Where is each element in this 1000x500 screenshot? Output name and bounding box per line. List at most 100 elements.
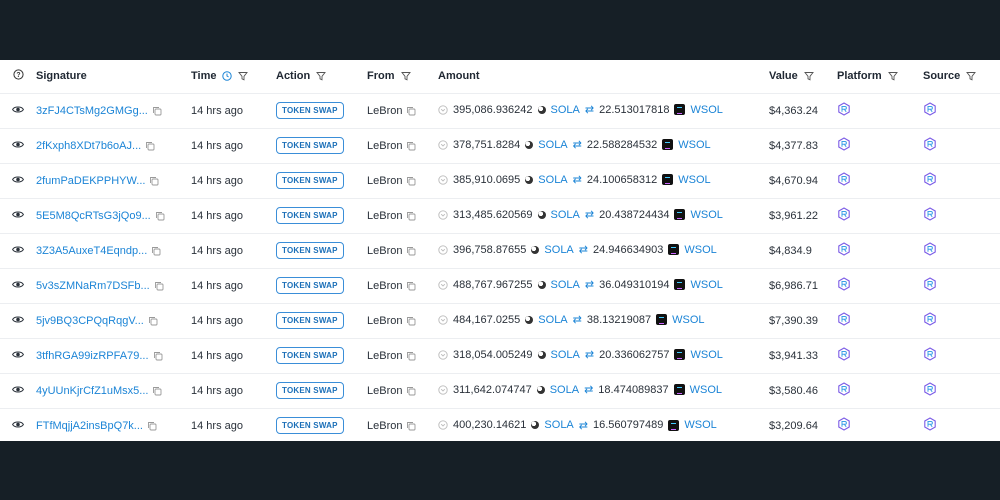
eye-icon[interactable] [12,105,24,114]
from-account[interactable]: LeBron [367,105,402,117]
token-in-link[interactable]: SOLA [544,244,573,256]
token-out-link[interactable]: WSOL [684,244,716,256]
copy-icon[interactable] [151,246,161,256]
copy-icon[interactable] [406,386,416,396]
copy-icon[interactable] [406,141,416,151]
raydium-source-icon[interactable] [923,172,937,186]
from-account[interactable]: LeBron [367,315,402,327]
token-out-link[interactable]: WSOL [690,104,722,116]
token-in-link[interactable]: SOLA [538,174,567,186]
signature-link[interactable]: 4yUUnKjrCfZ1uMsx5... [36,385,148,397]
token-in-link[interactable]: SOLA [551,349,580,361]
filter-icon[interactable] [887,71,898,81]
copy-icon[interactable] [152,106,162,116]
raydium-platform-icon[interactable] [837,347,851,361]
filter-icon[interactable] [400,71,411,81]
raydium-source-icon[interactable] [923,382,937,396]
token-out-link[interactable]: WSOL [684,419,716,431]
signature-link[interactable]: 5jv9BQ3CPQqRqgV... [36,315,144,327]
from-account[interactable]: LeBron [367,385,402,397]
token-out-link[interactable]: WSOL [690,209,722,221]
token-in-link[interactable]: SOLA [538,139,567,151]
token-in-link[interactable]: SOLA [550,384,579,396]
token-out-link[interactable]: WSOL [672,314,704,326]
token-in-link[interactable]: SOLA [551,279,580,291]
eye-icon[interactable] [12,315,24,324]
copy-icon[interactable] [406,316,416,326]
token-in-link[interactable]: SOLA [551,104,580,116]
signature-link[interactable]: 2fumPaDEKPPHYW... [36,175,145,187]
eye-icon[interactable] [12,280,24,289]
copy-icon[interactable] [406,211,416,221]
raydium-platform-icon[interactable] [837,417,851,431]
from-account[interactable]: LeBron [367,245,402,257]
copy-icon[interactable] [406,246,416,256]
token-out-link[interactable]: WSOL [690,384,722,396]
eye-icon[interactable] [12,245,24,254]
signature-link[interactable]: 3Z3A5AuxeT4Eqndp... [36,245,147,257]
copy-icon[interactable] [406,351,416,361]
copy-icon[interactable] [153,351,163,361]
token-in-link[interactable]: SOLA [538,314,567,326]
raydium-source-icon[interactable] [923,102,937,116]
signature-link[interactable]: 3tfhRGA99izRPFA79... [36,350,149,362]
copy-icon[interactable] [406,176,416,186]
token-in-link[interactable]: SOLA [544,419,573,431]
signature-link[interactable]: 3zFJ4CTsMg2GMGg... [36,105,148,117]
from-account[interactable]: LeBron [367,420,402,432]
copy-icon[interactable] [145,141,155,151]
token-in-link[interactable]: SOLA [551,209,580,221]
filter-icon[interactable] [803,71,814,81]
raydium-source-icon[interactable] [923,277,937,291]
copy-icon[interactable] [148,316,158,326]
token-out-link[interactable]: WSOL [678,174,710,186]
raydium-source-icon[interactable] [923,137,937,151]
copy-icon[interactable] [406,421,416,431]
copy-icon[interactable] [152,386,162,396]
token-out-link[interactable]: WSOL [690,279,722,291]
eye-icon[interactable] [12,385,24,394]
info-header[interactable]: ? [0,60,36,93]
copy-icon[interactable] [406,106,416,116]
token-out-link[interactable]: WSOL [690,349,722,361]
eye-icon[interactable] [12,350,24,359]
raydium-platform-icon[interactable] [837,102,851,116]
copy-icon[interactable] [149,176,159,186]
raydium-source-icon[interactable] [923,242,937,256]
raydium-platform-icon[interactable] [837,382,851,396]
raydium-platform-icon[interactable] [837,242,851,256]
raydium-source-icon[interactable] [923,207,937,221]
eye-icon[interactable] [12,175,24,184]
copy-icon[interactable] [154,281,164,291]
from-account[interactable]: LeBron [367,350,402,362]
from-account[interactable]: LeBron [367,280,402,292]
signature-link[interactable]: 2fKxph8XDt7b6oAJ... [36,140,141,152]
from-account[interactable]: LeBron [367,140,402,152]
copy-icon[interactable] [147,421,157,431]
eye-icon[interactable] [12,140,24,149]
clock-icon[interactable] [222,71,233,81]
question-circle-icon[interactable]: ? [12,69,24,80]
raydium-platform-icon[interactable] [837,137,851,151]
raydium-platform-icon[interactable] [837,172,851,186]
action-badge: TOKEN SWAP [276,277,344,294]
from-account[interactable]: LeBron [367,210,402,222]
copy-icon[interactable] [155,211,165,221]
raydium-source-icon[interactable] [923,312,937,326]
filter-icon[interactable] [966,71,977,81]
signature-link[interactable]: 5v3sZMNaRm7DSFb... [36,280,150,292]
raydium-platform-icon[interactable] [837,207,851,221]
signature-link[interactable]: FTfMqjjA2insBpQ7k... [36,420,143,432]
copy-icon[interactable] [406,281,416,291]
raydium-platform-icon[interactable] [837,277,851,291]
from-account[interactable]: LeBron [367,175,402,187]
signature-link[interactable]: 5E5M8QcRTsG3jQo9... [36,210,151,222]
raydium-source-icon[interactable] [923,417,937,431]
filter-icon[interactable] [316,71,327,81]
filter-icon[interactable] [238,71,249,81]
raydium-platform-icon[interactable] [837,312,851,326]
raydium-source-icon[interactable] [923,347,937,361]
eye-icon[interactable] [12,210,24,219]
eye-icon[interactable] [12,420,24,429]
token-out-link[interactable]: WSOL [678,139,710,151]
